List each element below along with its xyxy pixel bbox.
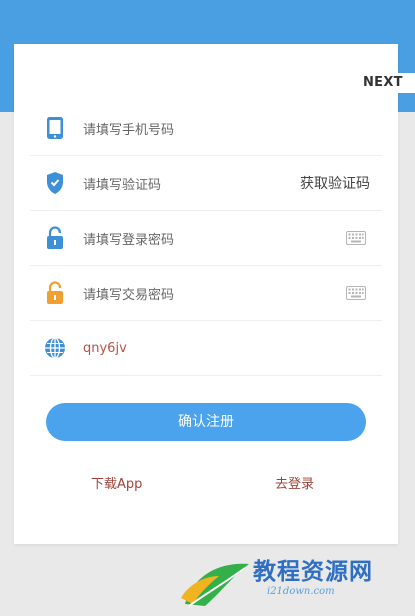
invite-code-input[interactable]: qny6jv bbox=[83, 341, 382, 356]
shield-icon bbox=[43, 171, 67, 195]
lock-icon bbox=[43, 281, 67, 305]
register-form: 请填写手机号码 请填写验证码 获取验证码 请填写登录密码 请填写交易密码 qny… bbox=[30, 101, 382, 376]
keyboard-icon[interactable] bbox=[346, 230, 366, 249]
phone-input[interactable]: 请填写手机号码 bbox=[83, 119, 382, 138]
globe-icon bbox=[43, 336, 67, 360]
next-button[interactable]: NEXT bbox=[355, 73, 415, 93]
invite-code-row[interactable]: qny6jv bbox=[30, 321, 382, 376]
watermark-text: 教程资源网 bbox=[253, 559, 373, 585]
confirm-register-button[interactable]: 确认注册 bbox=[46, 403, 366, 441]
login-password-input[interactable]: 请填写登录密码 bbox=[83, 229, 382, 248]
phone-icon bbox=[43, 116, 67, 140]
login-password-row[interactable]: 请填写登录密码 bbox=[30, 211, 382, 266]
code-row[interactable]: 请填写验证码 获取验证码 bbox=[30, 156, 382, 211]
download-app-link[interactable]: 下载App bbox=[91, 473, 142, 492]
trade-password-input[interactable]: 请填写交易密码 bbox=[83, 284, 382, 303]
trade-password-row[interactable]: 请填写交易密码 bbox=[30, 266, 382, 321]
go-login-link[interactable]: 去登录 bbox=[275, 473, 314, 492]
watermark: 教程资源网 i21down.com bbox=[175, 548, 415, 616]
leaf-logo-icon bbox=[175, 554, 255, 614]
lock-icon bbox=[43, 226, 67, 250]
phone-row[interactable]: 请填写手机号码 bbox=[30, 101, 382, 156]
keyboard-icon[interactable] bbox=[346, 285, 366, 304]
watermark-url: i21down.com bbox=[267, 586, 335, 597]
get-code-button[interactable]: 获取验证码 bbox=[300, 173, 370, 193]
